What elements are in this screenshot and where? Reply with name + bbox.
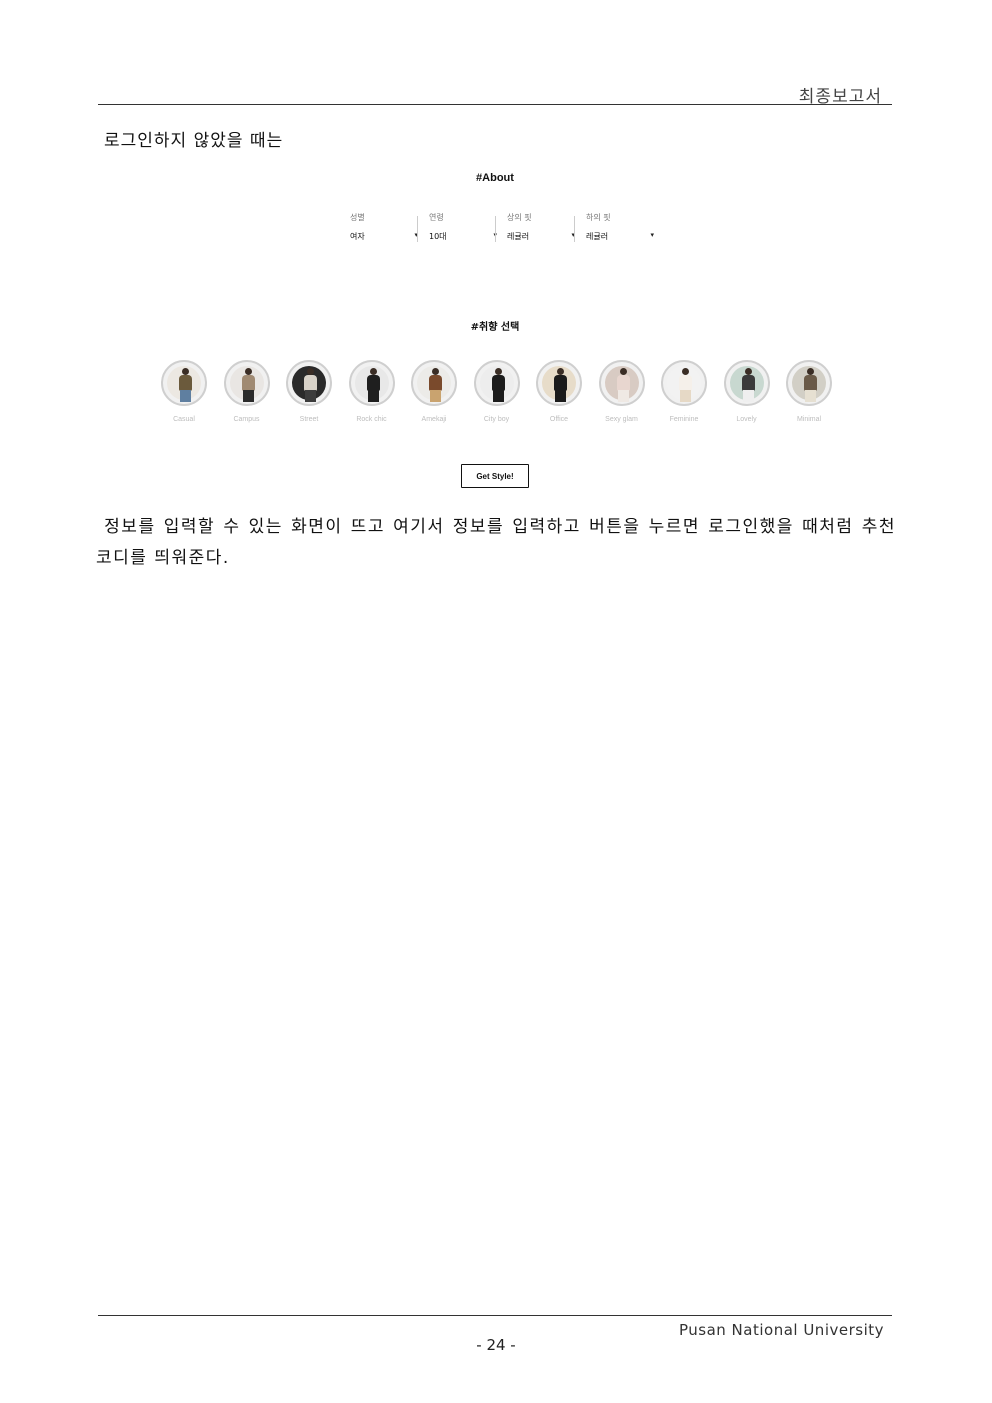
style-option-label: Campus (233, 416, 260, 423)
age-select-value: 10대 (429, 232, 447, 241)
top-fit-select[interactable]: 상의 핏 레귤러 ▾ (495, 212, 575, 244)
style-option[interactable]: Feminine (659, 360, 709, 430)
style-option[interactable]: Casual (159, 360, 209, 430)
style-photo (598, 360, 645, 406)
style-option[interactable]: Sexy glam (597, 360, 647, 430)
style-option-label: Sexy glam (605, 416, 638, 423)
style-photo (161, 360, 207, 406)
filter-divider (417, 216, 418, 242)
header-divider (98, 104, 892, 105)
chevron-down-icon: ▾ (650, 231, 654, 239)
style-photo (348, 360, 395, 406)
filter-divider (495, 216, 496, 242)
style-option-label: Rock chic (356, 416, 387, 423)
style-option[interactable]: Street (284, 360, 334, 430)
style-option-label: City boy (483, 416, 510, 423)
style-option[interactable]: Amekaji (409, 360, 459, 430)
style-option[interactable]: Office (534, 360, 584, 430)
style-photo (786, 360, 832, 406)
bottom-fit-select-value: 레귤러 (586, 232, 609, 241)
style-option-label: Minimal (796, 416, 822, 423)
style-photo (411, 360, 457, 406)
age-select[interactable]: 연령 10대 ▾ (417, 212, 497, 244)
gender-select[interactable]: 성별 여자 ▾ (342, 212, 418, 244)
get-style-button[interactable]: Get Style! (461, 464, 529, 488)
style-options: Casual Campus Street Rock chic Amekaji City b… (159, 360, 839, 430)
about-section-title: #About (476, 172, 514, 184)
age-select-label: 연령 (429, 213, 444, 222)
gender-select-label: 성별 (350, 213, 365, 222)
profile-filters: 성별 여자 ▾ 연령 10대 ▾ 상의 핏 레귤러 ▾ 하의 핏 레귤러 ▾ (342, 212, 662, 252)
footer-divider (98, 1315, 892, 1316)
style-photo (536, 360, 582, 406)
style-option-label: Amekaji (421, 416, 447, 423)
style-option[interactable]: Minimal (784, 360, 834, 430)
top-fit-select-label: 상의 핏 (507, 213, 532, 222)
style-photo (223, 360, 270, 406)
style-option[interactable]: Lovely (722, 360, 772, 430)
gender-select-value: 여자 (350, 232, 365, 241)
style-option-label: Street (299, 416, 319, 423)
preference-section-title: #취향 선택 (470, 322, 520, 333)
style-option-label: Feminine (669, 416, 699, 423)
bottom-fit-select[interactable]: 하의 핏 레귤러 ▾ (574, 212, 654, 244)
top-fit-select-value: 레귤러 (507, 232, 530, 241)
style-photo (723, 360, 770, 406)
style-option[interactable]: Rock chic (347, 360, 397, 430)
filter-divider (574, 216, 575, 242)
style-photo (661, 360, 707, 406)
body-text: 정보를 입력할 수 있는 화면이 뜨고 여기서 정보를 입력하고 버튼을 누르면… (96, 517, 896, 568)
style-option[interactable]: Campus (222, 360, 272, 430)
style-photo (473, 360, 520, 406)
style-option-label: Lovely (736, 416, 757, 423)
page-number: - 24 - (476, 1336, 516, 1354)
style-option[interactable]: City boy (472, 360, 522, 430)
intro-text: 로그인하지 않았을 때는 (104, 131, 284, 151)
style-photo (286, 360, 332, 406)
embedded-ui-screenshot: #About 성별 여자 ▾ 연령 10대 ▾ 상의 핏 레귤러 ▾ 하의 핏 … (150, 160, 840, 500)
body-paragraph: 정보를 입력할 수 있는 화면이 뜨고 여기서 정보를 입력하고 버튼을 누르면… (96, 512, 896, 574)
style-option-label: Office (549, 416, 569, 423)
bottom-fit-select-label: 하의 핏 (586, 213, 611, 222)
style-option-label: Casual (173, 416, 195, 423)
